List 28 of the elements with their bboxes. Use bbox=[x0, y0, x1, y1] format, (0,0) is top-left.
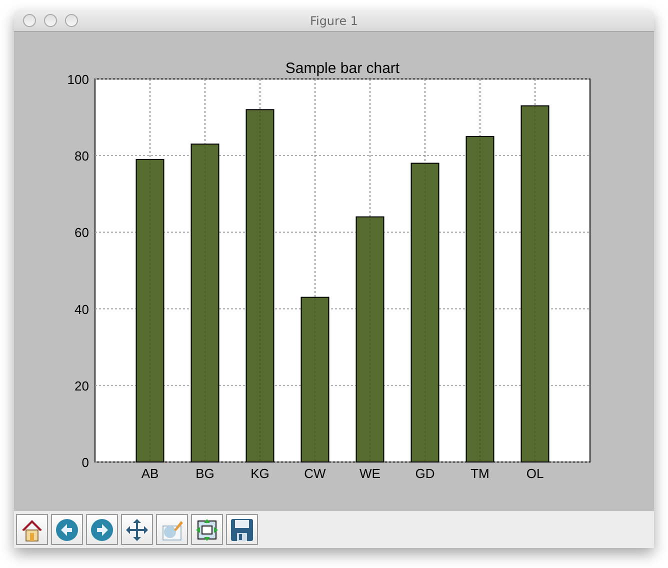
zoom-button[interactable] bbox=[65, 14, 78, 27]
subplots-icon bbox=[195, 518, 219, 542]
close-button[interactable] bbox=[23, 14, 36, 27]
window-title: Figure 1 bbox=[310, 14, 358, 28]
minimize-button[interactable] bbox=[44, 14, 57, 27]
x-tick-label: CW bbox=[304, 466, 326, 481]
chart-title: Sample bar chart bbox=[285, 60, 400, 77]
move-icon bbox=[125, 518, 149, 542]
y-tick-label: 40 bbox=[74, 302, 89, 317]
x-tick-label: TM bbox=[470, 466, 490, 481]
y-tick-label: 20 bbox=[74, 378, 89, 394]
x-tick-label: BG bbox=[196, 466, 214, 481]
forward-button[interactable] bbox=[86, 514, 118, 545]
save-button[interactable] bbox=[226, 514, 258, 545]
x-tick-label: OL bbox=[526, 466, 544, 481]
x-tick-label: KG bbox=[250, 466, 270, 481]
y-tick-label: 60 bbox=[74, 225, 89, 240]
home-button[interactable] bbox=[16, 514, 48, 545]
x-tick-label: WE bbox=[360, 466, 380, 481]
x-tick-label: GD bbox=[415, 466, 435, 481]
x-tick-label: AB bbox=[141, 466, 159, 481]
y-tick-label: 80 bbox=[74, 148, 89, 164]
y-tick-label: 100 bbox=[67, 72, 89, 87]
subplots-button[interactable] bbox=[191, 514, 223, 545]
pan-button[interactable] bbox=[121, 514, 153, 545]
house-icon bbox=[20, 518, 44, 542]
y-tick-label: 0 bbox=[82, 455, 89, 470]
back-button[interactable] bbox=[51, 514, 83, 545]
